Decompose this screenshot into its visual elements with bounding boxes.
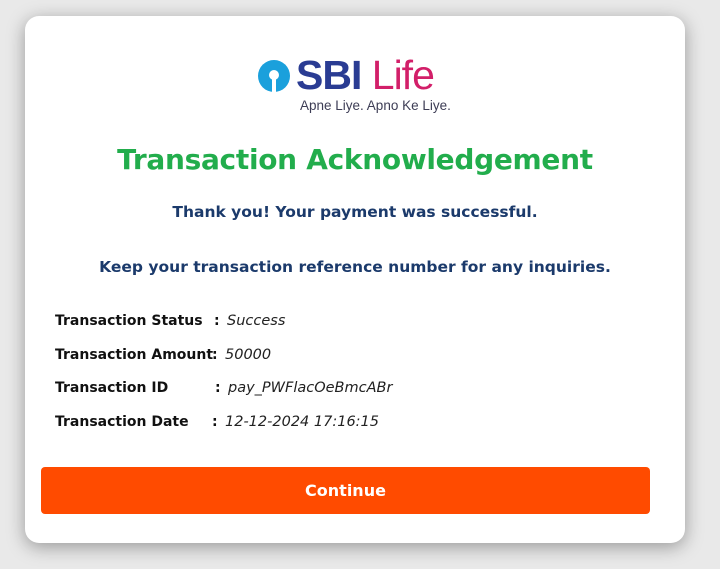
acknowledgement-card: SBI Life Apne Liye. Apno Ke Liye. Transa…: [25, 16, 685, 543]
brand-name-sbi: SBI: [296, 52, 362, 98]
detail-row-id: Transaction ID : pay_PWFlacOeBmcABr: [55, 380, 655, 414]
brand-tagline: Apne Liye. Apno Ke Liye.: [300, 98, 451, 113]
detail-row-amount: Transaction Amount : 50000: [55, 347, 655, 381]
detail-colon: :: [212, 346, 218, 363]
reference-message: Keep your transaction reference number f…: [99, 258, 611, 276]
detail-label: Transaction Amount: [55, 346, 214, 363]
transaction-details: Transaction Status : Success Transaction…: [55, 313, 655, 448]
detail-value-id: pay_PWFlacOeBmcABr: [228, 380, 393, 397]
detail-value-date: 12-12-2024 17:16:15: [225, 414, 379, 431]
detail-label: Transaction Status: [55, 313, 203, 329]
detail-colon: :: [214, 313, 220, 329]
brand-name: SBI Life: [296, 52, 435, 98]
detail-value-amount: 50000: [225, 346, 272, 363]
detail-label: Transaction Date: [55, 414, 189, 431]
detail-row-status: Transaction Status : Success: [55, 313, 655, 347]
detail-row-date: Transaction Date : 12-12-2024 17:16:15: [55, 414, 655, 448]
continue-button[interactable]: Continue: [41, 467, 650, 514]
page-title: Transaction Acknowledgement: [117, 143, 593, 176]
sbi-keyhole-icon: [258, 60, 290, 92]
success-message: Thank you! Your payment was successful.: [172, 203, 538, 221]
brand-name-life: Life: [371, 52, 435, 98]
detail-label: Transaction ID: [55, 380, 169, 397]
detail-value-status: Success: [227, 313, 286, 329]
detail-colon: :: [215, 380, 221, 397]
sbi-life-logo: SBI Life Apne Liye. Apno Ke Liye.: [258, 52, 458, 116]
detail-colon: :: [212, 414, 218, 431]
